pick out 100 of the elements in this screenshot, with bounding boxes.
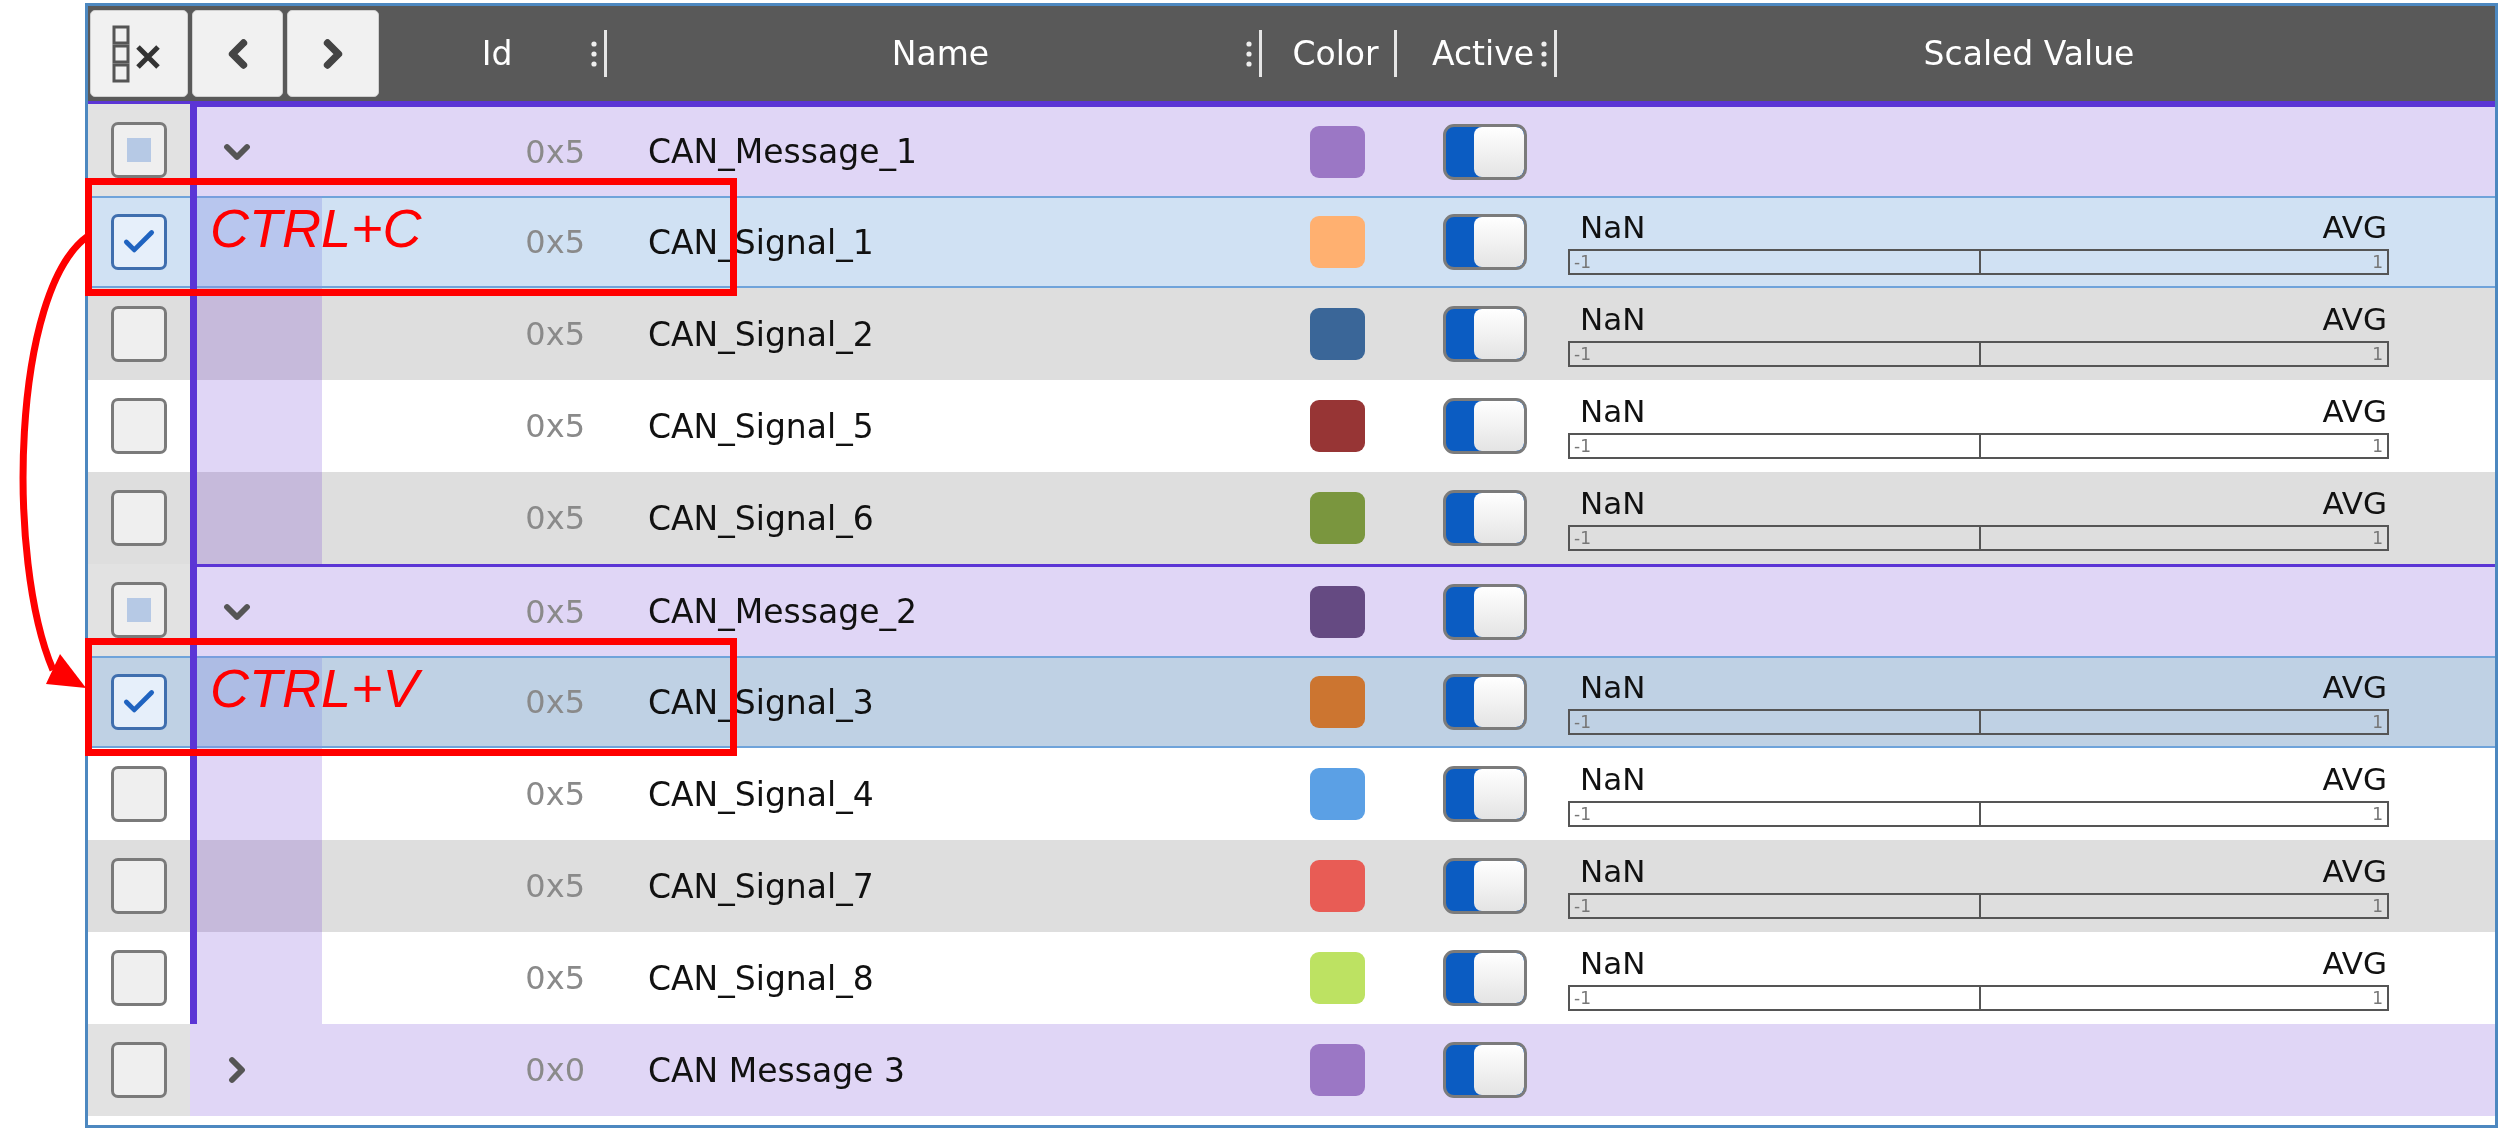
- id-text: 0x5: [525, 683, 585, 721]
- id-text: 0x0: [525, 1051, 585, 1089]
- range-min: -1: [1574, 529, 1591, 547]
- range-max: 1: [2372, 529, 2383, 547]
- range-max: 1: [2372, 713, 2383, 731]
- toggle-switch[interactable]: [1443, 1042, 1527, 1098]
- message-row[interactable]: 0x0 CAN Message 3: [88, 1024, 2495, 1116]
- range-min: -1: [1574, 897, 1591, 915]
- signal-row[interactable]: 0x5 CAN_Signal_6 NaN AVG -1 1: [88, 472, 2495, 564]
- checkbox[interactable]: [111, 398, 167, 454]
- range-max: 1: [2372, 437, 2383, 455]
- toggle-switch[interactable]: [1443, 766, 1527, 822]
- checkbox[interactable]: [111, 674, 167, 730]
- signal-name: CAN_Signal_8: [648, 958, 874, 998]
- range-min: -1: [1574, 345, 1591, 363]
- scaled-value-text: NaN: [1580, 853, 1646, 889]
- column-header[interactable]: Name: [891, 34, 990, 73]
- mode-text: AVG: [2322, 301, 2387, 337]
- id-text: 0x5: [525, 315, 585, 353]
- column-header[interactable]: Color: [1292, 34, 1379, 73]
- message-row[interactable]: 0x5 CAN_Message_2: [88, 564, 2495, 656]
- message-name: CAN Message 3: [648, 1050, 905, 1090]
- color-swatch[interactable]: [1310, 676, 1365, 728]
- scaled-value-text: NaN: [1580, 209, 1646, 245]
- scaled-value-text: NaN: [1580, 669, 1646, 705]
- next-button[interactable]: [287, 10, 379, 97]
- column-grip-icon[interactable]: [590, 38, 598, 69]
- scaled-value-text: NaN: [1580, 301, 1646, 337]
- id-text: 0x5: [525, 407, 585, 445]
- checkbox[interactable]: [111, 490, 167, 546]
- toggle-switch[interactable]: [1443, 858, 1527, 914]
- scaled-value-text: NaN: [1580, 393, 1646, 429]
- toggle-switch[interactable]: [1443, 490, 1527, 546]
- range-min: -1: [1574, 805, 1591, 823]
- checkbox[interactable]: [111, 858, 167, 914]
- signal-name: CAN_Signal_2: [648, 314, 874, 354]
- color-swatch[interactable]: [1310, 768, 1365, 820]
- color-swatch[interactable]: [1310, 125, 1365, 178]
- previous-button[interactable]: [192, 10, 283, 97]
- color-swatch[interactable]: [1310, 400, 1365, 452]
- id-text: 0x5: [525, 959, 585, 997]
- signal-name: CAN_Signal_6: [648, 498, 874, 538]
- mode-text: AVG: [2322, 853, 2387, 889]
- color-swatch[interactable]: [1310, 492, 1365, 544]
- range-max: 1: [2372, 805, 2383, 823]
- color-swatch[interactable]: [1310, 585, 1365, 638]
- color-swatch[interactable]: [1310, 216, 1365, 268]
- checkbox[interactable]: [111, 1042, 167, 1098]
- mode-text: AVG: [2322, 485, 2387, 521]
- color-swatch[interactable]: [1310, 308, 1365, 360]
- column-header[interactable]: Id: [481, 34, 513, 73]
- range-max: 1: [2372, 897, 2383, 915]
- color-swatch[interactable]: [1310, 860, 1365, 912]
- range-max: 1: [2372, 989, 2383, 1007]
- id-text: 0x5: [525, 499, 585, 537]
- checkbox[interactable]: [111, 950, 167, 1006]
- column-chooser-button[interactable]: [90, 10, 188, 97]
- toggle-switch[interactable]: [1443, 306, 1527, 362]
- column-header[interactable]: Active: [1431, 34, 1535, 73]
- signal-row[interactable]: 0x5 CAN_Signal_2 NaN AVG -1 1: [88, 288, 2495, 380]
- signal-name: CAN_Signal_5: [648, 406, 874, 446]
- id-text: 0x5: [525, 132, 585, 171]
- mode-text: AVG: [2322, 761, 2387, 797]
- checkbox[interactable]: [111, 214, 167, 270]
- toggle-switch[interactable]: [1443, 583, 1527, 640]
- message-name: CAN_Message_1: [648, 132, 917, 171]
- id-text: 0x5: [525, 592, 585, 631]
- id-text: 0x5: [525, 867, 585, 905]
- range-min: -1: [1574, 713, 1591, 731]
- signal-name: CAN_Signal_4: [648, 774, 874, 814]
- mode-text: AVG: [2322, 669, 2387, 705]
- column-header[interactable]: Scaled Value: [1923, 34, 2135, 73]
- signal-row[interactable]: 0x5 CAN_Signal_7 NaN AVG -1 1: [88, 840, 2495, 932]
- toggle-switch[interactable]: [1443, 398, 1527, 454]
- signal-name: CAN_Signal_7: [648, 866, 874, 906]
- checkbox[interactable]: [111, 306, 167, 362]
- message-name: CAN_Message_2: [648, 592, 917, 631]
- scaled-value-text: NaN: [1580, 945, 1646, 981]
- range-min: -1: [1574, 253, 1591, 271]
- toggle-switch[interactable]: [1443, 214, 1527, 270]
- checkbox[interactable]: [111, 766, 167, 822]
- id-text: 0x5: [525, 223, 585, 261]
- id-text: 0x5: [525, 775, 585, 813]
- column-grip-icon[interactable]: [1540, 38, 1548, 69]
- toggle-switch[interactable]: [1443, 950, 1527, 1006]
- range-min: -1: [1574, 437, 1591, 455]
- toggle-switch[interactable]: [1443, 123, 1527, 180]
- color-swatch[interactable]: [1310, 1044, 1365, 1096]
- message-row[interactable]: 0x5 CAN_Message_1: [88, 104, 2495, 196]
- checkbox[interactable]: [111, 122, 167, 178]
- toggle-switch[interactable]: [1443, 674, 1527, 730]
- mode-text: AVG: [2322, 393, 2387, 429]
- range-min: -1: [1574, 989, 1591, 1007]
- checkbox[interactable]: [111, 582, 167, 638]
- range-max: 1: [2372, 345, 2383, 363]
- scaled-value-text: NaN: [1580, 485, 1646, 521]
- column-grip-icon[interactable]: [1245, 38, 1253, 69]
- color-swatch[interactable]: [1310, 952, 1365, 1004]
- mode-text: AVG: [2322, 209, 2387, 245]
- range-max: 1: [2372, 253, 2383, 271]
